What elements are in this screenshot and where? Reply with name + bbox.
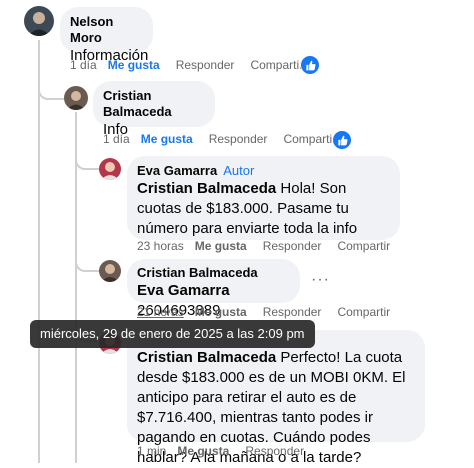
avatar-image <box>64 86 88 110</box>
reply-button[interactable]: Responder <box>245 444 304 458</box>
author-badge: Autor <box>223 163 255 178</box>
reply-button[interactable]: Responder <box>176 58 235 72</box>
share-button[interactable]: Compartir <box>283 132 336 146</box>
share-button[interactable]: Compartir <box>250 58 303 72</box>
comment-bubble: Eva Gamarra Autor Cristian Balmaceda Hola… <box>127 156 400 240</box>
like-button[interactable]: Me gusta <box>195 239 247 253</box>
comment-actions: 1 min Me gusta Responder <box>137 444 320 458</box>
comment-timestamp[interactable]: 1 min <box>137 444 166 458</box>
like-button[interactable]: Me gusta <box>108 58 160 72</box>
thread-line <box>38 40 40 463</box>
comment-text-block: Cristian Balmaceda Hola! Son cuotas de $… <box>137 179 390 239</box>
comment-author[interactable]: Cristian Balmaceda <box>103 88 205 120</box>
reply-button[interactable]: Responder <box>209 132 268 146</box>
mention-tag[interactable]: Cristian Balmaceda <box>137 349 276 366</box>
comment-author[interactable]: Eva Gamarra <box>137 163 217 178</box>
like-reaction-icon[interactable] <box>332 130 352 150</box>
thread-connector <box>38 78 64 100</box>
comment-author-line: Eva Gamarra Autor <box>137 163 390 179</box>
reply-button[interactable]: Responder <box>263 239 322 253</box>
comment-timestamp[interactable]: 1 día <box>103 132 130 146</box>
avatar-image <box>99 260 121 282</box>
like-button[interactable]: Me gusta <box>177 444 229 458</box>
share-button[interactable]: Compartir <box>337 305 390 319</box>
avatar[interactable] <box>24 6 54 36</box>
thread-connector <box>75 148 99 170</box>
mention-tag[interactable]: Eva Gamarra <box>137 282 230 299</box>
comment-bubble: Nelson Moro Información <box>60 7 153 64</box>
avatar-image <box>99 158 121 180</box>
like-reaction-icon[interactable] <box>300 55 320 75</box>
comment-author[interactable]: Cristian Balmaceda <box>137 265 290 281</box>
comment-bubble: Cristian Balmaceda Eva Gamarra 260469338… <box>127 259 300 319</box>
like-button[interactable]: Me gusta <box>195 305 247 319</box>
avatar[interactable] <box>99 158 121 180</box>
comment-author[interactable]: Nelson Moro <box>70 14 143 46</box>
comment-actions: 1 día Me gusta Responder Compartir <box>70 58 319 72</box>
reply-button[interactable]: Responder <box>263 305 322 319</box>
timestamp-tooltip: miércoles, 29 de enero de 2025 a las 2:0… <box>30 320 315 348</box>
comment-actions: 21 horas Me gusta Responder Compartir <box>137 305 406 319</box>
avatar[interactable] <box>99 260 121 282</box>
avatar-image <box>24 6 54 36</box>
avatar[interactable] <box>64 86 88 110</box>
comment-timestamp[interactable]: 21 horas <box>137 305 184 319</box>
comment-actions: 1 día Me gusta Responder Compartir <box>103 132 352 146</box>
comment-timestamp[interactable]: 23 horas <box>137 239 184 253</box>
more-options-button[interactable]: ··· <box>311 271 330 289</box>
like-button[interactable]: Me gusta <box>141 132 193 146</box>
thread-connector <box>75 250 99 272</box>
comment-bubble: Cristian Balmaceda Info <box>93 81 215 138</box>
comment-actions: 23 horas Me gusta Responder Compartir <box>137 239 406 253</box>
mention-tag[interactable]: Cristian Balmaceda <box>137 180 276 197</box>
share-button[interactable]: Compartir <box>337 239 390 253</box>
comment-timestamp[interactable]: 1 día <box>70 58 97 72</box>
